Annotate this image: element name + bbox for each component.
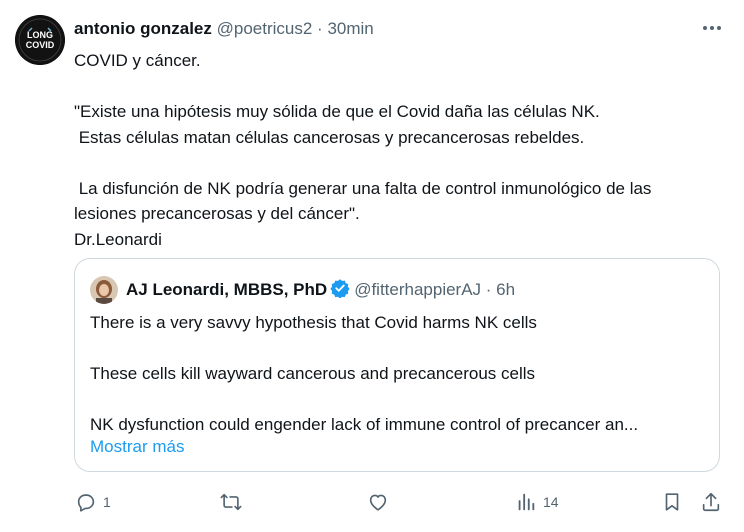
quoted-author-name[interactable]: AJ Leonardi, MBBS, PhD xyxy=(126,280,327,299)
heart-icon xyxy=(369,494,387,511)
author-avatar[interactable]: LONG COVID xyxy=(15,15,65,65)
avatar-text-top: LONG xyxy=(27,30,53,40)
tweet-line: La disfunción de NK podría generar una f… xyxy=(74,178,652,198)
views-count: 14 xyxy=(543,494,559,510)
quoted-line xyxy=(90,336,704,362)
tweet-text: COVID y cáncer. "Existe una hipótesis mu… xyxy=(74,48,724,252)
quoted-tweet-card[interactable]: AJ Leonardi, MBBS, PhD @fitterhappierAJ ·… xyxy=(74,258,720,472)
author-name[interactable]: antonio gonzalez xyxy=(74,19,212,38)
tweet-line: lesiones precancerosas y del cáncer". xyxy=(74,204,360,223)
share-button[interactable] xyxy=(700,490,722,514)
bookmark-icon xyxy=(665,493,679,511)
tweet-line: Dr.Leonardi xyxy=(74,229,162,249)
verified-badge-icon xyxy=(330,278,350,299)
quoted-header-separator: · xyxy=(481,280,497,299)
more-options-icon[interactable] xyxy=(700,16,724,40)
tweet-time[interactable]: 30min xyxy=(327,19,373,38)
tweet-line: "Existe una hipótesis muy sólida de que … xyxy=(74,102,600,121)
views-button[interactable]: 14 xyxy=(515,490,559,514)
retweet-icon xyxy=(220,493,242,511)
show-more-link[interactable]: Mostrar más xyxy=(90,436,184,458)
tweet-header: antonio gonzalez @poetricus2 · 30min xyxy=(74,18,374,40)
quoted-tweet-time[interactable]: 6h xyxy=(496,280,515,299)
retweet-button[interactable] xyxy=(220,490,248,514)
quoted-author-handle[interactable]: @fitterhappierAJ xyxy=(354,280,481,299)
like-button[interactable] xyxy=(367,490,395,514)
quoted-line: NK dysfunction could engender lack of im… xyxy=(90,415,639,434)
author-handle[interactable]: @poetricus2 xyxy=(217,19,313,38)
share-icon xyxy=(702,492,720,512)
quoted-line: These cells kill wayward cancerous and p… xyxy=(90,364,536,383)
quoted-author-avatar[interactable] xyxy=(90,276,118,304)
header-separator: · xyxy=(312,19,328,38)
quoted-tweet-text: There is a very savvy hypothesis that Co… xyxy=(90,310,704,438)
quoted-tweet-header: AJ Leonardi, MBBS, PhD @fitterhappierAJ ·… xyxy=(126,278,515,301)
quoted-line: There is a very savvy hypothesis that Co… xyxy=(90,313,537,332)
tweet-line: Estas células matan células cancerosas y… xyxy=(74,127,585,147)
bookmark-button[interactable] xyxy=(661,490,683,514)
tweet-line: COVID y cáncer. xyxy=(74,51,201,70)
tweet-actions-bar: 1 14 xyxy=(0,490,744,514)
views-chart-icon xyxy=(518,493,535,511)
reply-count: 1 xyxy=(103,494,111,510)
tweet-line xyxy=(74,74,724,100)
avatar-text-bottom: COVID xyxy=(26,40,55,50)
quoted-line xyxy=(90,387,704,413)
reply-icon xyxy=(77,494,95,512)
reply-button[interactable]: 1 xyxy=(75,490,111,514)
tweet-line xyxy=(74,150,724,176)
